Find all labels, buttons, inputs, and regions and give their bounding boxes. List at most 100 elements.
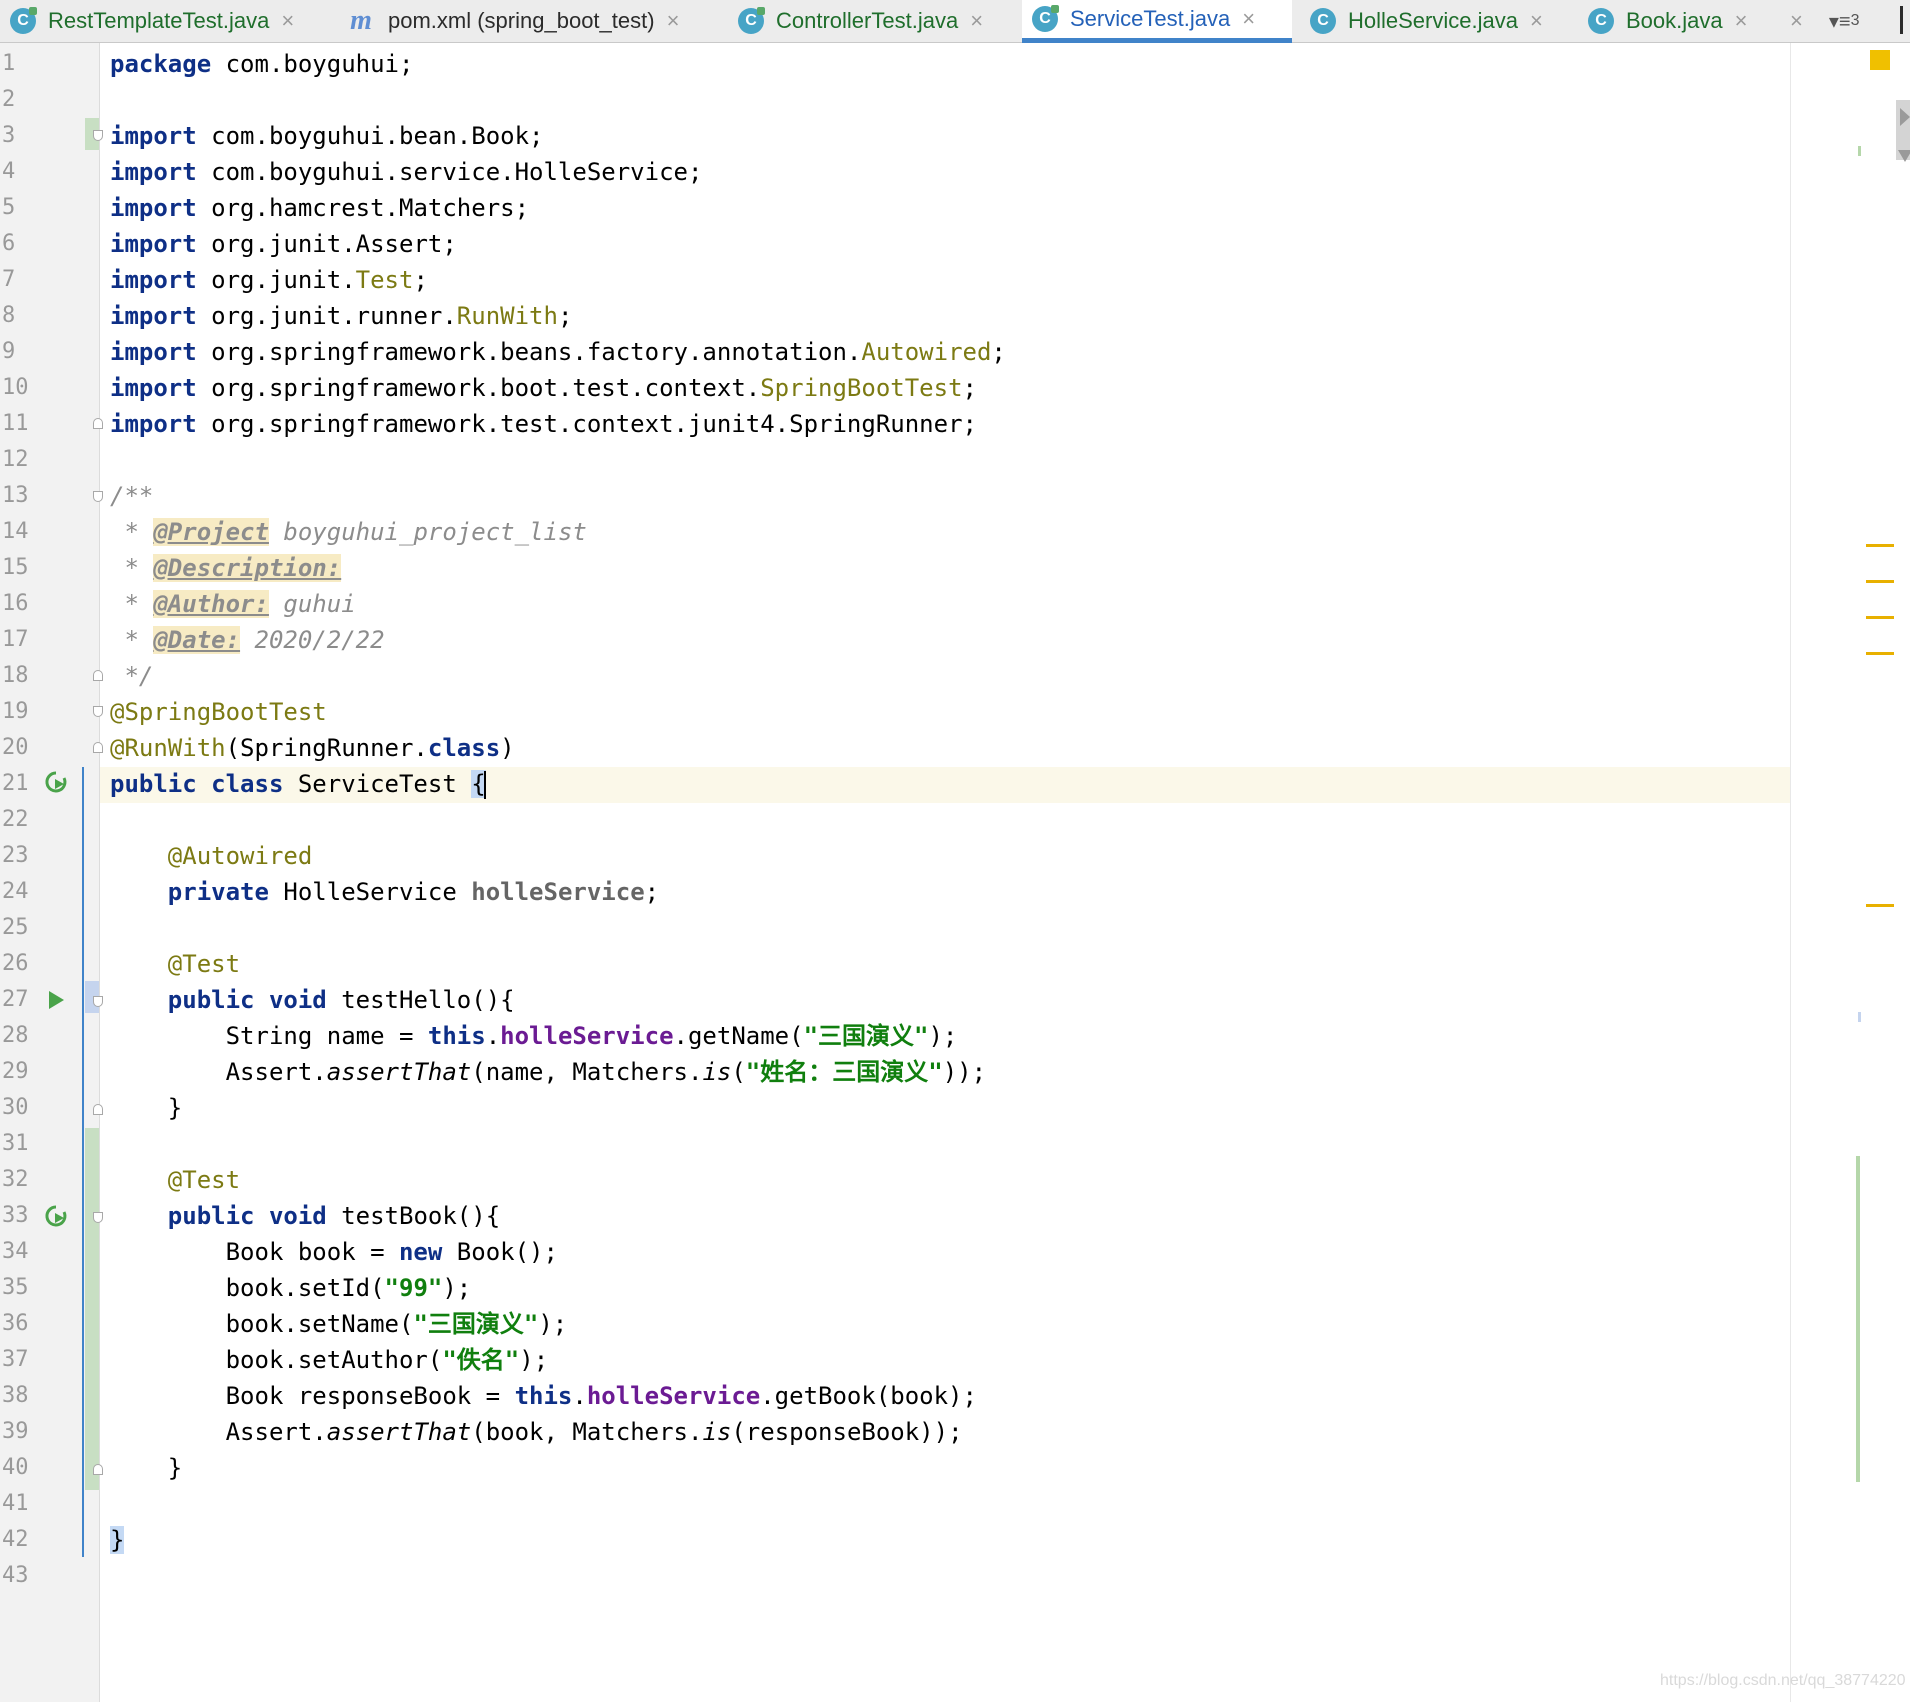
- code-line[interactable]: public void testHello(){: [110, 982, 515, 1018]
- code-line[interactable]: import org.junit.Test;: [110, 262, 428, 298]
- line-number[interactable]: 4: [2, 154, 32, 190]
- line-number[interactable]: 16: [2, 586, 32, 622]
- close-icon[interactable]: ×: [667, 8, 680, 34]
- warning-marker[interactable]: [1866, 652, 1894, 655]
- code-line[interactable]: import org.springframework.boot.test.con…: [110, 370, 977, 406]
- line-number[interactable]: 32: [2, 1162, 32, 1198]
- code-line[interactable]: import org.hamcrest.Matchers;: [110, 190, 529, 226]
- line-number[interactable]: 8: [2, 298, 32, 334]
- line-number[interactable]: 7: [2, 262, 32, 298]
- code-line[interactable]: String name = this.holleService.getName(…: [110, 1018, 958, 1054]
- line-number[interactable]: 30: [2, 1090, 32, 1126]
- line-number[interactable]: 19: [2, 694, 32, 730]
- code-line[interactable]: */: [110, 658, 153, 694]
- close-icon[interactable]: ×: [1735, 8, 1748, 34]
- line-number[interactable]: 3: [2, 118, 32, 154]
- line-number[interactable]: 37: [2, 1342, 32, 1378]
- line-number[interactable]: 39: [2, 1414, 32, 1450]
- code-line[interactable]: Assert.assertThat(name, Matchers.is("姓名：…: [110, 1054, 986, 1090]
- collapse-arrow-icon[interactable]: [1898, 150, 1910, 162]
- line-number[interactable]: 25: [2, 910, 32, 946]
- tab-overflow-menu[interactable]: × ▾≡ 3: [1790, 0, 1859, 42]
- tab-holleservice[interactable]: C HolleService.java ×: [1300, 0, 1543, 42]
- line-number[interactable]: 24: [2, 874, 32, 910]
- code-line[interactable]: Book book = new Book();: [110, 1234, 558, 1270]
- line-number[interactable]: 34: [2, 1234, 32, 1270]
- inspection-warning-icon[interactable]: [1870, 50, 1890, 70]
- warning-marker[interactable]: [1866, 616, 1894, 619]
- warning-marker[interactable]: [1866, 904, 1894, 907]
- code-line[interactable]: book.setAuthor("佚名");: [110, 1342, 549, 1378]
- line-number[interactable]: 2: [2, 82, 32, 118]
- line-number[interactable]: 36: [2, 1306, 32, 1342]
- code-line[interactable]: @RunWith(SpringRunner.class): [110, 730, 515, 766]
- line-number[interactable]: 21: [2, 766, 32, 802]
- tab-servicetest[interactable]: C ServiceTest.java ×: [1022, 0, 1292, 43]
- code-line[interactable]: * @Date: 2020/2/22: [110, 622, 385, 658]
- error-stripe[interactable]: [1842, 43, 1898, 1702]
- close-icon[interactable]: ×: [1242, 6, 1255, 32]
- line-number[interactable]: 33: [2, 1198, 32, 1234]
- code-line[interactable]: }: [110, 1522, 125, 1558]
- code-line[interactable]: public class ServiceTest {: [110, 766, 486, 802]
- line-number[interactable]: 28: [2, 1018, 32, 1054]
- run-class-icon[interactable]: [44, 770, 68, 794]
- code-line[interactable]: import org.junit.Assert;: [110, 226, 457, 262]
- code-line[interactable]: package com.boyguhui;: [110, 46, 413, 82]
- line-number[interactable]: 42: [2, 1522, 32, 1558]
- close-all-icon[interactable]: ×: [1790, 8, 1803, 34]
- line-number[interactable]: 6: [2, 226, 32, 262]
- code-line[interactable]: }: [110, 1090, 182, 1126]
- code-line[interactable]: }: [110, 1450, 182, 1486]
- tab-list-icon[interactable]: ▾≡: [1829, 9, 1851, 34]
- close-icon[interactable]: ×: [1530, 8, 1543, 34]
- line-number[interactable]: 17: [2, 622, 32, 658]
- code-line[interactable]: @Test: [110, 946, 240, 982]
- code-line[interactable]: book.setName("三国演义");: [110, 1306, 568, 1342]
- code-line[interactable]: /**: [110, 478, 153, 514]
- code-line[interactable]: import com.boyguhui.bean.Book;: [110, 118, 543, 154]
- tab-resttemplatetest[interactable]: C RestTemplateTest.java ×: [0, 0, 294, 42]
- code-line[interactable]: * @Description:: [110, 550, 342, 586]
- expand-arrow-icon[interactable]: [1900, 108, 1910, 126]
- code-line[interactable]: Assert.assertThat(book, Matchers.is(resp…: [110, 1414, 963, 1450]
- line-number[interactable]: 1: [2, 46, 32, 82]
- line-number[interactable]: 40: [2, 1450, 32, 1486]
- line-number[interactable]: 29: [2, 1054, 32, 1090]
- code-line[interactable]: import org.springframework.test.context.…: [110, 406, 977, 442]
- code-line[interactable]: private HolleService holleService;: [110, 874, 659, 910]
- line-number[interactable]: 27: [2, 982, 32, 1018]
- warning-marker[interactable]: [1866, 544, 1894, 547]
- line-number[interactable]: 18: [2, 658, 32, 694]
- line-number[interactable]: 43: [2, 1558, 32, 1594]
- line-number[interactable]: 31: [2, 1126, 32, 1162]
- line-number[interactable]: 26: [2, 946, 32, 982]
- line-number[interactable]: 13: [2, 478, 32, 514]
- line-number[interactable]: 38: [2, 1378, 32, 1414]
- code-editor[interactable]: package com.boyguhui; import com.boyguhui…: [100, 43, 1790, 1702]
- close-icon[interactable]: ×: [281, 8, 294, 34]
- code-line[interactable]: import com.boyguhui.service.HolleService…: [110, 154, 702, 190]
- line-number[interactable]: 15: [2, 550, 32, 586]
- run-test-icon[interactable]: [44, 988, 68, 1012]
- code-line[interactable]: public void testBook(){: [110, 1198, 500, 1234]
- line-number[interactable]: 41: [2, 1486, 32, 1522]
- line-number[interactable]: 5: [2, 190, 32, 226]
- code-line[interactable]: * @Project boyguhui_project_list: [110, 514, 587, 550]
- code-line[interactable]: import org.springframework.beans.factory…: [110, 334, 1006, 370]
- line-number[interactable]: 10: [2, 370, 32, 406]
- line-number[interactable]: 14: [2, 514, 32, 550]
- line-number[interactable]: 23: [2, 838, 32, 874]
- code-line[interactable]: import org.junit.runner.RunWith;: [110, 298, 572, 334]
- code-line[interactable]: @Test: [110, 1162, 240, 1198]
- line-number[interactable]: 9: [2, 334, 32, 370]
- line-number[interactable]: 12: [2, 442, 32, 478]
- line-number[interactable]: 35: [2, 1270, 32, 1306]
- code-line[interactable]: * @Author: guhui: [110, 586, 356, 622]
- close-icon[interactable]: ×: [970, 8, 983, 34]
- code-line[interactable]: book.setId("99");: [110, 1270, 472, 1306]
- code-line[interactable]: @Autowired: [110, 838, 313, 874]
- line-number[interactable]: 20: [2, 730, 32, 766]
- line-number[interactable]: 22: [2, 802, 32, 838]
- run-class-icon[interactable]: [44, 1204, 68, 1228]
